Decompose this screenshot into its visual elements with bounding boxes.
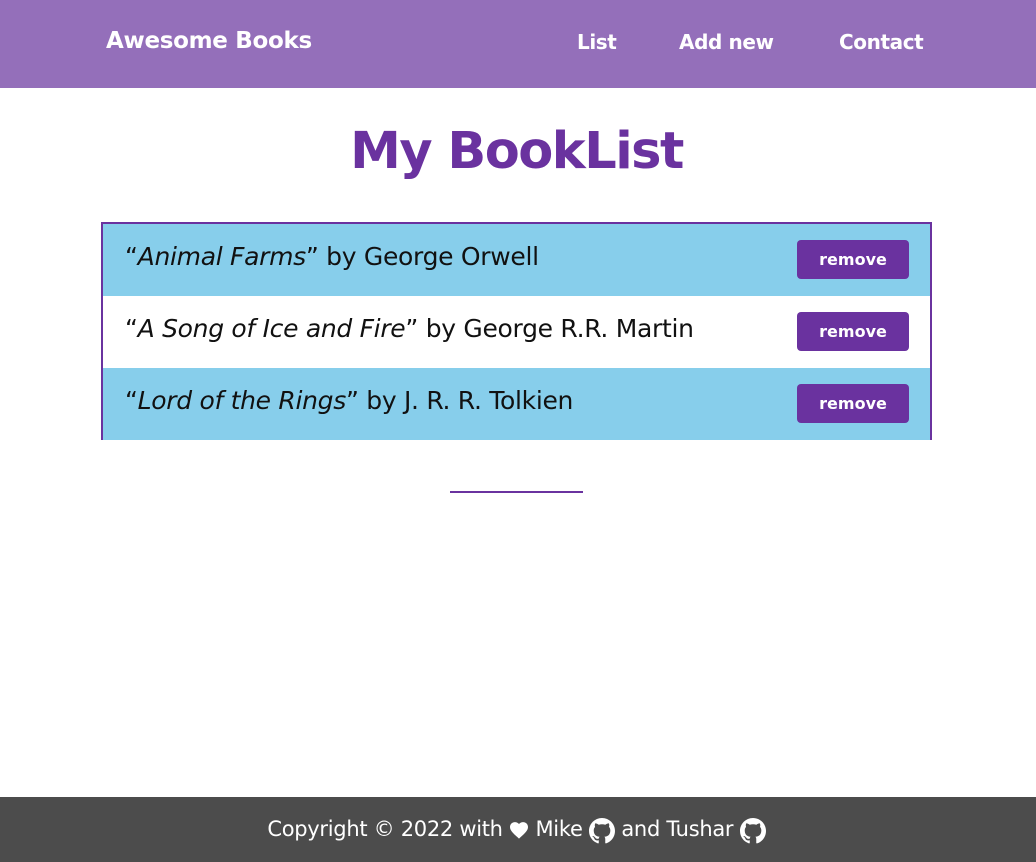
book-entry: “Lord of the Rings” by J. R. R. Tolkien <box>125 386 573 415</box>
book-list: “Animal Farms” by George Orwell remove “… <box>101 222 932 440</box>
by-separator: ” by <box>305 242 364 271</box>
nav-link-contact[interactable]: Contact <box>839 30 924 54</box>
book-entry: “Animal Farms” by George Orwell <box>125 242 539 271</box>
author-tushar: and Tushar <box>621 817 734 841</box>
open-quote: “ <box>125 314 138 343</box>
book-row: “Animal Farms” by George Orwell remove <box>103 224 930 296</box>
github-icon <box>588 818 615 844</box>
nav-link-add-new[interactable]: Add new <box>679 30 774 54</box>
copyright-text: Copyright © 2022 with <box>267 817 503 841</box>
navbar: Awesome Books List Add new Contact <box>0 0 1036 88</box>
book-entry: “A Song of Ice and Fire” by George R.R. … <box>125 314 694 343</box>
open-quote: “ <box>125 386 138 415</box>
by-separator: ” by <box>405 314 464 343</box>
author-mike: Mike <box>535 817 583 841</box>
book-title: A Song of Ice and Fire <box>137 314 406 343</box>
book-author: George R.R. Martin <box>463 314 694 343</box>
github-link-tushar[interactable] <box>739 818 766 846</box>
remove-button[interactable]: remove <box>797 240 909 279</box>
nav-link-list[interactable]: List <box>577 30 617 54</box>
remove-button[interactable]: remove <box>797 312 909 351</box>
book-title: Animal Farms <box>137 242 307 271</box>
by-separator: ” by <box>345 386 404 415</box>
footer-text: Copyright © 2022 with Mike and Tushar <box>0 817 1033 846</box>
book-row: “Lord of the Rings” by J. R. R. Tolkien … <box>103 368 930 440</box>
brand-logo[interactable]: Awesome Books <box>106 28 312 54</box>
open-quote: “ <box>125 242 138 271</box>
book-title: Lord of the Rings <box>137 386 347 415</box>
divider <box>450 491 583 493</box>
heart-icon <box>510 822 529 839</box>
remove-button[interactable]: remove <box>797 384 909 423</box>
github-icon <box>739 818 766 844</box>
book-row: “A Song of Ice and Fire” by George R.R. … <box>103 296 930 368</box>
github-link-mike[interactable] <box>588 818 615 846</box>
page-title: My BookList <box>350 122 684 181</box>
book-author: J. R. R. Tolkien <box>403 386 574 415</box>
footer: Copyright © 2022 with Mike and Tushar <box>0 797 1036 862</box>
book-author: George Orwell <box>363 242 539 271</box>
